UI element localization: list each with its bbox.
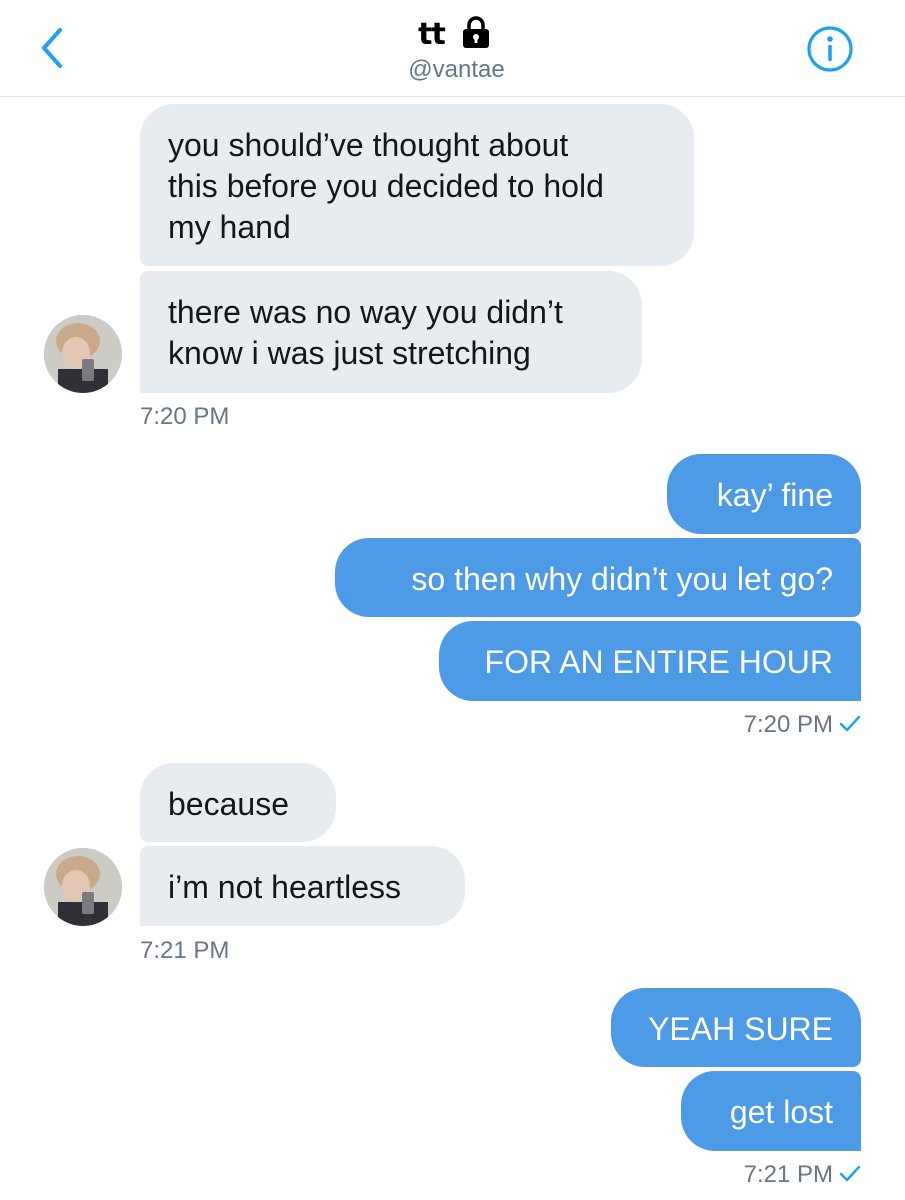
- avatar[interactable]: [44, 315, 122, 393]
- conversation-header: tt @vantae: [0, 0, 905, 97]
- message-timestamp: 7:21 PM: [743, 1161, 833, 1188]
- message-text-line: there was no way you didn’t: [168, 294, 563, 330]
- message-timestamp-row: 7:20 PM: [744, 711, 861, 739]
- message-text: get lost: [729, 1094, 833, 1130]
- outgoing-message[interactable]: kay’ fine: [667, 454, 861, 534]
- message-text: i’m not heartless: [168, 869, 401, 905]
- conversation-name: tt: [418, 16, 446, 52]
- incoming-message[interactable]: i’m not heartless: [140, 846, 465, 926]
- outgoing-message[interactable]: get lost: [681, 1071, 861, 1151]
- message-timestamp: 7:20 PM: [140, 403, 230, 430]
- incoming-message[interactable]: there was no way you didn’t know i was j…: [140, 271, 642, 393]
- message-text: kay’ fine: [716, 477, 833, 513]
- avatar-image: [44, 315, 122, 393]
- incoming-message[interactable]: because: [140, 763, 336, 842]
- info-button[interactable]: [805, 24, 855, 74]
- lock-icon: [462, 16, 489, 48]
- conversation-title: tt: [0, 14, 905, 54]
- message-text: so then why didn’t you let go?: [411, 561, 833, 597]
- message-timestamp: 7:21 PM: [140, 937, 230, 964]
- outgoing-message[interactable]: FOR AN ENTIRE HOUR: [439, 621, 861, 701]
- info-circle-icon: [807, 26, 853, 72]
- message-timestamp-row: 7:21 PM: [744, 1161, 861, 1189]
- message-text-line: know i was just stretching: [168, 335, 531, 371]
- checkmark-icon: [839, 715, 861, 731]
- message-text-line: this before you decided to hold: [168, 168, 604, 204]
- avatar[interactable]: [44, 848, 122, 926]
- checkmark-icon: [839, 1165, 861, 1181]
- avatar-image: [44, 848, 122, 926]
- message-text-line: you should’ve thought about: [168, 127, 569, 163]
- message-text: because: [168, 786, 289, 822]
- outgoing-message[interactable]: so then why didn’t you let go?: [335, 538, 861, 617]
- message-text-line: my hand: [168, 209, 291, 245]
- message-text: FOR AN ENTIRE HOUR: [484, 644, 833, 680]
- message-text: YEAH SURE: [648, 1011, 833, 1047]
- outgoing-message[interactable]: YEAH SURE: [611, 988, 861, 1067]
- incoming-message[interactable]: you should’ve thought about this before …: [140, 104, 694, 266]
- message-timestamp: 7:20 PM: [743, 711, 833, 738]
- conversation-handle: @vantae: [408, 56, 505, 83]
